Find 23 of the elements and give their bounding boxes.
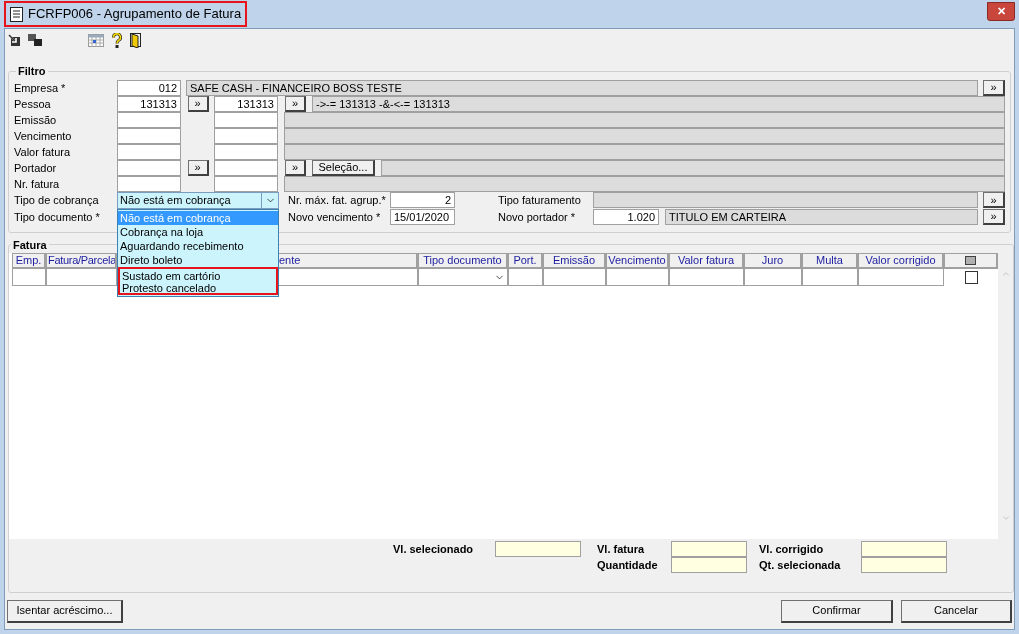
field-label: Valor fatura: [14, 144, 72, 160]
group-title: Filtro: [17, 64, 47, 79]
field-label: Novo portador *: [498, 209, 577, 225]
group-title: Fatura: [12, 237, 48, 253]
total-label: Vl. corrigido: [759, 542, 825, 557]
field-label: Pessoa: [14, 96, 52, 112]
field-label: Novo vencimento *: [288, 209, 382, 225]
field-label: Emissão: [14, 112, 58, 128]
field-label: Nr. fatura: [14, 176, 61, 192]
total-label: Vl. fatura: [597, 542, 646, 557]
total-label: Qt. selecionada: [759, 558, 842, 573]
description-field: TITULO EM CARTEIRA: [665, 208, 978, 225]
field-label: Empresa *: [14, 80, 67, 96]
window-title: FCRFP006 - Agrupamento de Fatura: [28, 5, 242, 24]
field-label: Tipo de cobrança: [14, 193, 100, 208]
field-label: Tipo documento *: [14, 209, 101, 225]
field-label: Nr. máx. fat. agrup.*: [288, 193, 387, 208]
field-label: Portador: [14, 160, 58, 176]
field-label: Tipo faturamento: [498, 193, 582, 208]
field-label: Vencimento: [14, 128, 73, 144]
total-label: Quantidade: [597, 558, 659, 573]
total-label: Vl. selecionado: [393, 542, 475, 557]
description-field: SAFE CASH - FINANCEIRO BOSS TESTE: [186, 79, 978, 96]
